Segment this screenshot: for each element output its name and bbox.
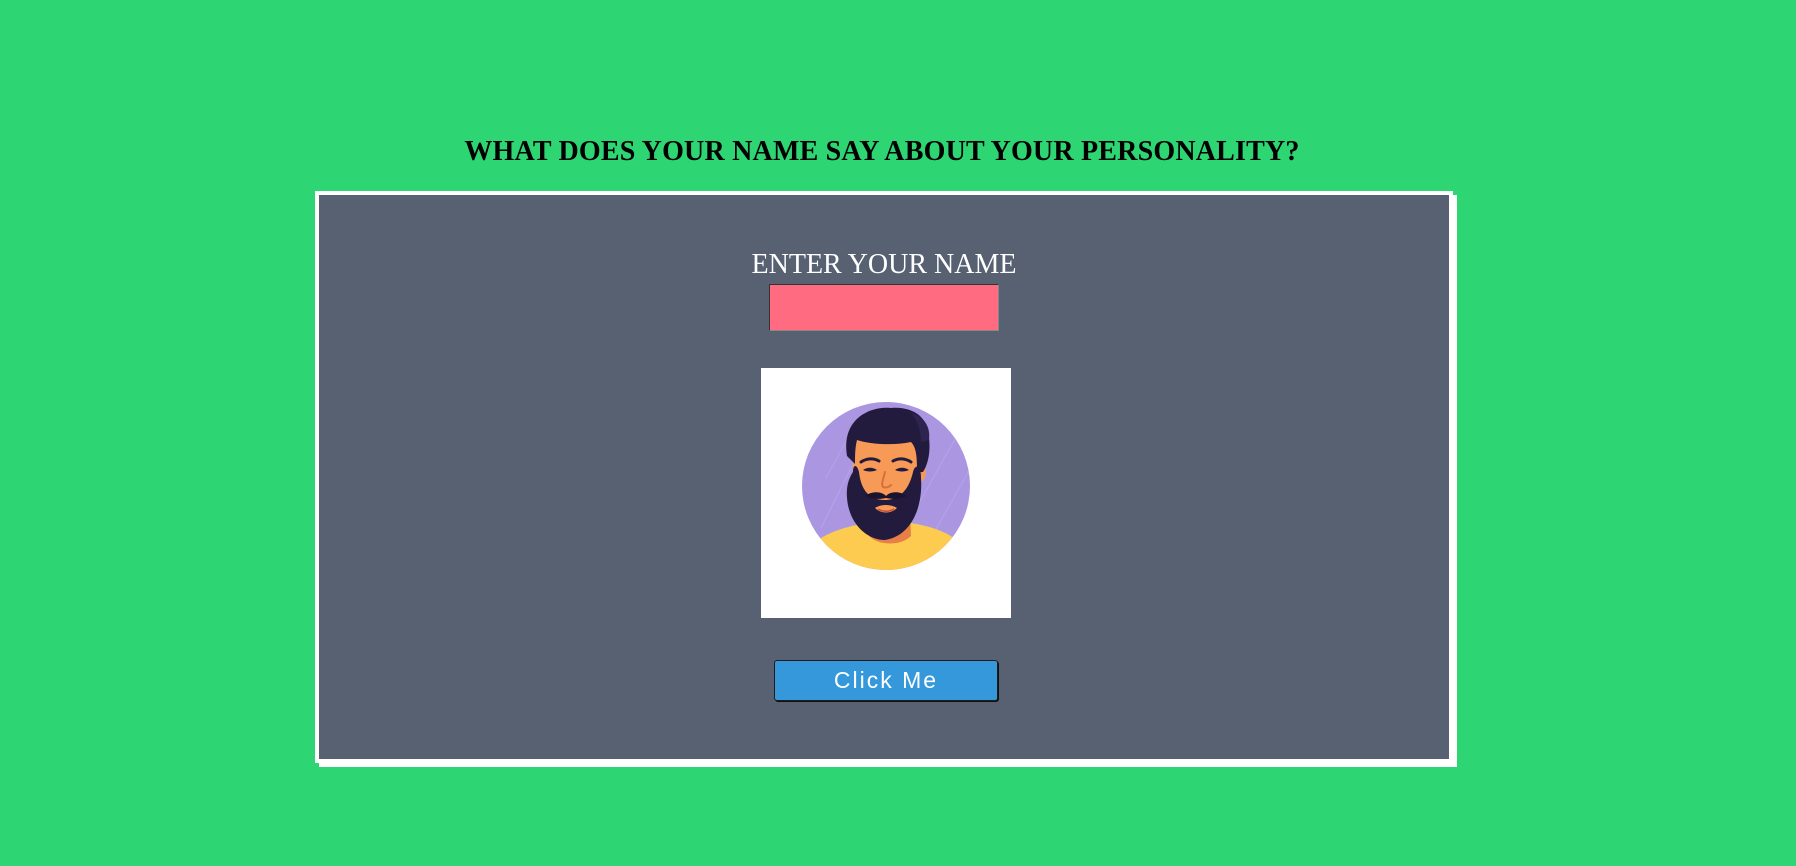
click-me-button[interactable]: Click Me xyxy=(774,660,998,701)
bearded-man-avatar-icon xyxy=(802,402,970,570)
name-input[interactable] xyxy=(769,284,999,331)
name-label: ENTER YOUR NAME xyxy=(751,249,1017,280)
name-form-card: ENTER YOUR NAME Click Me xyxy=(315,191,1453,763)
avatar-image xyxy=(761,368,1011,618)
page-title: WHAT DOES YOUR NAME SAY ABOUT YOUR PERSO… xyxy=(464,136,1300,167)
